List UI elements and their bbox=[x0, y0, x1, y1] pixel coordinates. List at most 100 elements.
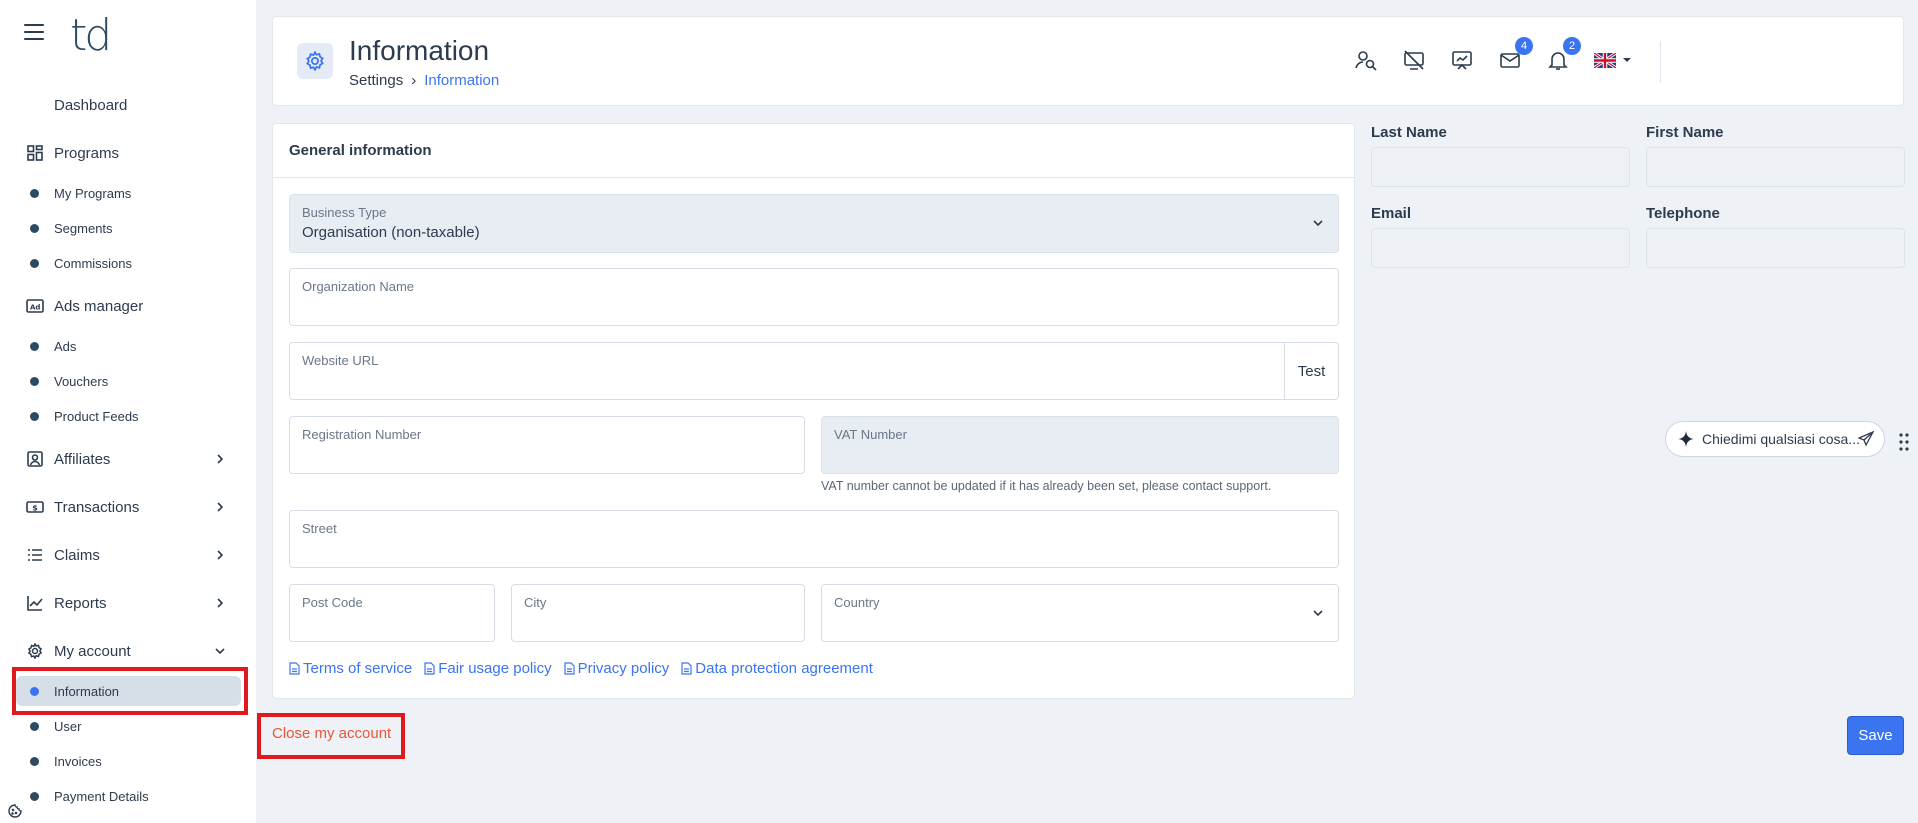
breadcrumb-separator: › bbox=[411, 72, 417, 89]
svg-text:Ad: Ad bbox=[30, 304, 40, 312]
svg-text:$: $ bbox=[32, 503, 38, 512]
ad-icon: Ad bbox=[26, 297, 44, 315]
line-chart-icon bbox=[26, 594, 44, 612]
city-field[interactable]: City bbox=[511, 584, 805, 642]
logo[interactable]: td bbox=[70, 10, 112, 61]
sidebar-subitem-invoices[interactable]: Invoices bbox=[0, 748, 256, 774]
first-name-input[interactable] bbox=[1646, 147, 1905, 187]
business-type-select[interactable]: Business Type Organisation (non-taxable) bbox=[289, 194, 1339, 253]
post-code-label: Post Code bbox=[302, 595, 363, 610]
sidebar-subitem-commissions[interactable]: Commissions bbox=[0, 250, 256, 276]
grid-icon bbox=[26, 144, 44, 162]
pdf-icon bbox=[563, 662, 575, 675]
sidebar-subitem-label: Commissions bbox=[54, 255, 133, 271]
user-badge-icon bbox=[26, 450, 44, 468]
sidebar-subitem-my-programs[interactable]: My Programs bbox=[0, 180, 256, 206]
user-search-icon[interactable] bbox=[1353, 47, 1379, 73]
sidebar-subitem-label: Invoices bbox=[54, 753, 102, 769]
chevron-down-icon bbox=[1313, 610, 1323, 617]
breadcrumb: Settings › Information bbox=[349, 72, 499, 89]
chevron-right-icon bbox=[217, 550, 224, 560]
sidebar-subitem-label: My Programs bbox=[54, 185, 132, 201]
breadcrumb-current: Information bbox=[424, 72, 500, 89]
sidebar-item-label: Ads manager bbox=[54, 297, 144, 315]
sidebar-item-ads-manager[interactable]: Ad Ads manager bbox=[0, 291, 256, 321]
hamburger-menu-icon[interactable] bbox=[24, 24, 44, 40]
organization-name-field[interactable]: Organization Name bbox=[289, 268, 1339, 326]
sidebar-item-reports[interactable]: Reports bbox=[0, 588, 256, 618]
privacy-policy-link[interactable]: Privacy policy bbox=[563, 660, 670, 677]
mail-icon[interactable]: 4 bbox=[1497, 37, 1533, 73]
link-label: Fair usage policy bbox=[438, 660, 552, 677]
breadcrumb-settings[interactable]: Settings bbox=[349, 72, 403, 89]
screen-off-icon[interactable] bbox=[1401, 47, 1427, 73]
chevron-down-icon bbox=[215, 648, 225, 655]
street-label: Street bbox=[302, 521, 337, 536]
sidebar-subitem-label: Segments bbox=[54, 220, 113, 236]
drag-handle-icon[interactable] bbox=[1898, 432, 1910, 452]
link-label: Privacy policy bbox=[577, 660, 670, 677]
data-protection-agreement-link[interactable]: Data protection agreement bbox=[681, 660, 873, 677]
sidebar-item-dashboard[interactable]: Dashboard bbox=[0, 90, 256, 120]
sidebar-item-claims[interactable]: Claims bbox=[0, 540, 256, 570]
terms-of-service-link[interactable]: Terms of service bbox=[289, 660, 412, 677]
last-name-label: Last Name bbox=[1371, 124, 1447, 141]
sidebar-subitem-user[interactable]: User bbox=[0, 713, 256, 739]
sidebar-subitem-product-feeds[interactable]: Product Feeds bbox=[0, 403, 256, 429]
list-icon bbox=[26, 546, 44, 564]
sidebar-item-label: Dashboard bbox=[54, 96, 128, 114]
header-divider bbox=[1660, 41, 1661, 83]
sidebar-item-affiliates[interactable]: Affiliates bbox=[0, 444, 256, 474]
sidebar-item-my-account[interactable]: My account bbox=[0, 636, 256, 666]
send-icon[interactable] bbox=[1858, 431, 1874, 447]
chat-placeholder: Chiedimi qualsiasi cosa... bbox=[1702, 431, 1860, 447]
business-type-label: Business Type bbox=[302, 205, 387, 220]
vat-help-text: VAT number cannot be updated if it has a… bbox=[821, 479, 1272, 493]
sidebar-item-label: Reports bbox=[54, 594, 107, 612]
fair-usage-policy-link[interactable]: Fair usage policy bbox=[424, 660, 552, 677]
divider bbox=[273, 177, 1354, 178]
chevron-right-icon bbox=[217, 502, 224, 512]
ai-chat-widget[interactable]: Chiedimi qualsiasi cosa... bbox=[1665, 421, 1885, 457]
test-url-button[interactable]: Test bbox=[1284, 343, 1338, 399]
sidebar-item-label: Transactions bbox=[54, 498, 140, 516]
language-selector[interactable] bbox=[1593, 47, 1633, 73]
sidebar-item-programs[interactable]: Programs bbox=[0, 138, 256, 168]
save-button[interactable]: Save bbox=[1847, 716, 1904, 755]
business-type-value: Organisation (non-taxable) bbox=[302, 224, 480, 241]
caret-down-icon bbox=[1623, 58, 1631, 62]
website-url-label: Website URL bbox=[302, 353, 379, 368]
vat-number-label: VAT Number bbox=[834, 427, 907, 442]
post-code-field[interactable]: Post Code bbox=[289, 584, 495, 642]
sidebar-subitem-segments[interactable]: Segments bbox=[0, 215, 256, 241]
sidebar-subitem-ads[interactable]: Ads bbox=[0, 333, 256, 359]
chevron-right-icon bbox=[217, 598, 224, 608]
sidebar-subitem-payment-details[interactable]: Payment Details bbox=[0, 783, 256, 809]
highlight-box-information bbox=[12, 667, 248, 715]
organization-name-label: Organization Name bbox=[302, 279, 414, 294]
last-name-input[interactable] bbox=[1371, 147, 1630, 187]
country-select[interactable]: Country bbox=[821, 584, 1339, 642]
registration-number-field[interactable]: Registration Number bbox=[289, 416, 805, 474]
settings-gear-icon bbox=[297, 43, 333, 79]
pdf-icon bbox=[289, 662, 300, 675]
website-url-field[interactable]: Website URL Test bbox=[289, 342, 1339, 400]
sidebar-item-label: Programs bbox=[54, 144, 120, 162]
money-icon: $ bbox=[26, 498, 44, 516]
uk-flag-icon bbox=[1594, 52, 1616, 68]
sidebar-subitem-vouchers[interactable]: Vouchers bbox=[0, 368, 256, 394]
vat-number-field: VAT Number bbox=[821, 416, 1339, 474]
sidebar-item-label: Claims bbox=[54, 546, 100, 564]
sidebar-item-transactions[interactable]: $ Transactions bbox=[0, 492, 256, 522]
email-input[interactable] bbox=[1371, 228, 1630, 268]
cookie-icon[interactable] bbox=[8, 804, 22, 818]
gear-icon bbox=[26, 642, 44, 660]
bell-icon[interactable]: 2 bbox=[1545, 37, 1581, 73]
sidebar-subitem-label: Ads bbox=[54, 338, 77, 354]
first-name-label: First Name bbox=[1646, 124, 1724, 141]
page-header: Information Settings › Information 4 2 bbox=[272, 16, 1904, 106]
presentation-chart-icon[interactable] bbox=[1449, 47, 1475, 73]
sidebar-item-label: My account bbox=[54, 642, 131, 660]
telephone-input[interactable] bbox=[1646, 228, 1905, 268]
street-field[interactable]: Street bbox=[289, 510, 1339, 568]
